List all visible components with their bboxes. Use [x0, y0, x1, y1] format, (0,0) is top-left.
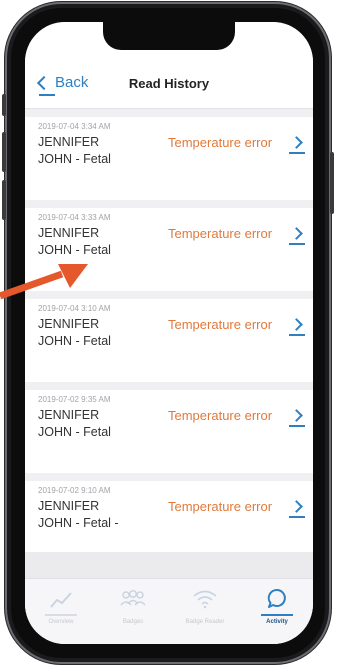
- record-name-line2: JOHN - Fetal: [38, 425, 111, 439]
- record-date: 2019-07-04 3:33 AM: [38, 213, 111, 222]
- power-button: [330, 152, 334, 214]
- back-underline: [39, 94, 55, 96]
- record-name-line1: JENNIFER: [38, 317, 100, 331]
- record-name-line1: JENNIFER: [38, 135, 100, 149]
- record-name: JENNIFER JOHN - Fetal: [38, 225, 111, 259]
- chart-line-icon: [50, 592, 72, 608]
- row-detail-button[interactable]: [289, 315, 307, 336]
- annotation-arrow-icon: [0, 264, 88, 300]
- record-date: 2019-07-04 3:10 AM: [38, 304, 111, 313]
- chevron-right-icon: [290, 318, 303, 331]
- chevron-right-icon: [290, 500, 303, 513]
- record-name: JENNIFER JOHN - Fetal: [38, 407, 111, 441]
- chevron-underline: [289, 516, 305, 518]
- chevron-right-icon: [290, 136, 303, 149]
- mute-switch: [2, 94, 6, 116]
- chat-bubble-icon: [267, 588, 286, 608]
- tab-label: Badge Reader: [185, 619, 225, 625]
- tab-label: Overview: [48, 619, 74, 625]
- wifi-signal-icon: [193, 590, 217, 609]
- tab-label: Activity: [266, 619, 288, 625]
- list-item[interactable]: 2019-07-04 3:10 AM JENNIFER JOHN - Fetal…: [25, 299, 313, 382]
- record-name-line2: JOHN - Fetal: [38, 334, 111, 348]
- page-title: Read History: [128, 76, 210, 91]
- row-detail-button[interactable]: [289, 133, 307, 154]
- status-text: Temperature error: [168, 135, 273, 150]
- record-name-line2: JOHN - Fetal: [38, 243, 111, 257]
- tab-indicator: [261, 614, 293, 616]
- record-date: 2019-07-02 9:10 AM: [38, 486, 111, 495]
- status-text: Temperature error: [168, 226, 273, 241]
- tab-overview[interactable]: Overview: [25, 579, 97, 644]
- chevron-underline: [289, 334, 305, 336]
- people-group-icon: [120, 589, 146, 606]
- record-name: JENNIFER JOHN - Fetal: [38, 316, 111, 350]
- record-date: 2019-07-02 9:35 AM: [38, 395, 111, 404]
- chevron-underline: [289, 152, 305, 154]
- chevron-right-icon: [290, 409, 303, 422]
- chevron-underline: [289, 425, 305, 427]
- status-text: Temperature error: [168, 317, 273, 332]
- tab-indicator: [45, 614, 77, 616]
- list-item[interactable]: 2019-07-04 3:34 AM JENNIFER JOHN - Fetal…: [25, 117, 313, 200]
- row-detail-button[interactable]: [289, 406, 307, 427]
- read-history-list: 2019-07-04 3:34 AM JENNIFER JOHN - Fetal…: [25, 117, 313, 572]
- chevron-right-icon: [290, 227, 303, 240]
- notch: [103, 22, 235, 50]
- status-text: Temperature error: [168, 408, 273, 423]
- record-name-line1: JENNIFER: [38, 499, 100, 513]
- tab-label: Badges: [122, 619, 144, 625]
- record-name-line2: JOHN - Fetal: [38, 152, 111, 166]
- record-date: 2019-07-04 3:34 AM: [38, 122, 111, 131]
- record-name: JENNIFER JOHN - Fetal: [38, 134, 111, 168]
- row-detail-button[interactable]: [289, 224, 307, 245]
- row-detail-button[interactable]: [289, 497, 307, 518]
- volume-up-button: [2, 132, 6, 172]
- status-text: Temperature error: [168, 499, 273, 514]
- phone-screen: Back Read History 2019-07-04 3:34 AM JEN…: [25, 22, 313, 644]
- tab-activity[interactable]: Activity: [241, 579, 313, 644]
- tab-badges[interactable]: Badges: [97, 579, 169, 644]
- record-name: JENNIFER JOHN - Fetal -: [38, 498, 119, 532]
- tab-badge-reader[interactable]: Badge Reader: [169, 579, 241, 644]
- tab-bar: Overview Badges Badge Reader Activity: [25, 578, 313, 644]
- volume-down-button: [2, 180, 6, 220]
- chevron-underline: [289, 243, 305, 245]
- list-item[interactable]: 2019-07-02 9:35 AM JENNIFER JOHN - Fetal…: [25, 390, 313, 473]
- record-name-line1: JENNIFER: [38, 226, 100, 240]
- record-name-line1: JENNIFER: [38, 408, 100, 422]
- record-name-line2: JOHN - Fetal -: [38, 516, 119, 530]
- list-footer-spacer: [25, 552, 313, 578]
